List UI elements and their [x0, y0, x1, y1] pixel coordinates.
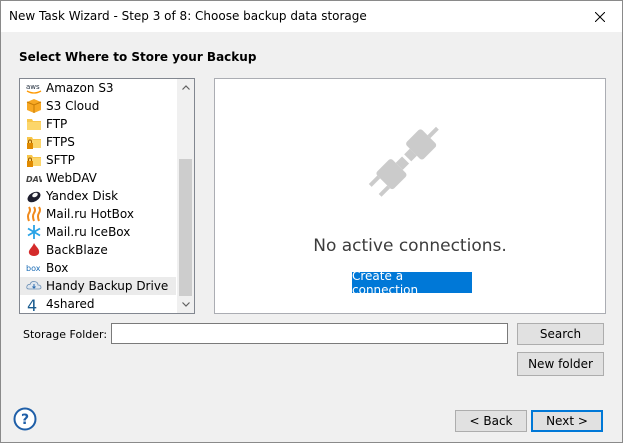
list-item-label: Amazon S3 [46, 81, 114, 95]
list-item-backblaze[interactable]: BackBlaze [20, 241, 176, 259]
list-item-box[interactable]: box Box [20, 259, 176, 277]
list-item-amazon-s3[interactable]: aws Amazon S3 [20, 79, 176, 97]
no-connections-message: No active connections. [313, 236, 507, 256]
back-button[interactable]: < Back [455, 410, 527, 432]
4shared-icon: 4 [26, 296, 42, 312]
list-item-mailru-icebox[interactable]: Mail.ru IceBox [20, 223, 176, 241]
list-item-s3-cloud[interactable]: S3 Cloud [20, 97, 176, 115]
list-scrollbar[interactable] [177, 79, 194, 313]
close-button[interactable] [577, 1, 622, 32]
scroll-up-button[interactable] [177, 79, 194, 96]
list-item-ftp[interactable]: FTP [20, 115, 176, 133]
ftps-folder-icon [26, 134, 42, 150]
list-item-yandex-disk[interactable]: Yandex Disk [20, 187, 176, 205]
list-item-label: FTP [46, 117, 68, 131]
title-bar: New Task Wizard - Step 3 of 8: Choose ba… [1, 1, 622, 32]
list-item-webdav[interactable]: DAV WebDAV [20, 169, 176, 187]
list-item-label: S3 Cloud [46, 99, 100, 113]
list-item-label: Mail.ru IceBox [46, 225, 131, 239]
disconnected-plug-icon [368, 126, 439, 197]
close-icon [594, 11, 605, 22]
list-item-label: Handy Backup Drive [46, 279, 169, 293]
help-icon[interactable]: ? [13, 407, 37, 431]
aws-icon: aws [26, 80, 42, 96]
list-item-ftps[interactable]: FTPS [20, 133, 176, 151]
list-item-label: SFTP [46, 153, 75, 167]
scroll-down-button[interactable] [177, 296, 194, 313]
ftp-folder-icon [26, 116, 42, 132]
backblaze-icon [26, 242, 42, 258]
list-item-label: WebDAV [46, 171, 97, 185]
create-connection-button[interactable]: Create a connection [352, 269, 472, 297]
window-title: New Task Wizard - Step 3 of 8: Choose ba… [9, 9, 367, 23]
list-item-sftp[interactable]: SFTP [20, 151, 176, 169]
yandex-disk-icon [26, 188, 42, 204]
chevron-down-icon [181, 302, 190, 307]
new-folder-button[interactable]: New folder [517, 352, 604, 376]
list-item-4shared[interactable]: 4 4shared [20, 295, 176, 313]
storage-folder-input[interactable] [111, 323, 508, 344]
svg-text:box: box [26, 264, 41, 273]
mailru-hotbox-icon [26, 206, 42, 222]
storage-list[interactable]: aws Amazon S3 S3 Cloud FTP FTPS SFTP DA … [19, 78, 195, 314]
storage-folder-label: Storage Folder: [23, 328, 108, 341]
list-item-label: 4shared [46, 297, 95, 311]
search-button[interactable]: Search [517, 323, 604, 345]
section-heading: Select Where to Store your Backup [19, 50, 257, 64]
list-item-label: FTPS [46, 135, 75, 149]
sftp-folder-icon [26, 152, 42, 168]
list-item-handy-backup-drive[interactable]: Handy Backup Drive [20, 277, 176, 295]
webdav-icon: DAV [26, 170, 42, 186]
svg-text:4: 4 [27, 296, 37, 312]
box-icon: box [26, 260, 42, 276]
wizard-window: New Task Wizard - Step 3 of 8: Choose ba… [0, 0, 623, 443]
scroll-thumb[interactable] [179, 159, 192, 296]
list-item-label: Mail.ru HotBox [46, 207, 134, 221]
list-item-mailru-hotbox[interactable]: Mail.ru HotBox [20, 205, 176, 223]
svg-text:DAV: DAV [26, 175, 42, 184]
list-item-label: BackBlaze [46, 243, 108, 257]
list-item-label: Yandex Disk [46, 189, 119, 203]
mailru-icebox-icon [26, 224, 42, 240]
connections-panel: No active connections. Create a connecti… [214, 78, 606, 314]
svg-text:aws: aws [26, 83, 40, 91]
svg-text:?: ? [21, 412, 29, 428]
list-item-label: Box [46, 261, 69, 275]
chevron-up-icon [181, 85, 190, 90]
s3-cloud-icon [26, 98, 42, 114]
handy-backup-drive-icon [26, 278, 42, 294]
next-button[interactable]: Next > [531, 410, 603, 432]
